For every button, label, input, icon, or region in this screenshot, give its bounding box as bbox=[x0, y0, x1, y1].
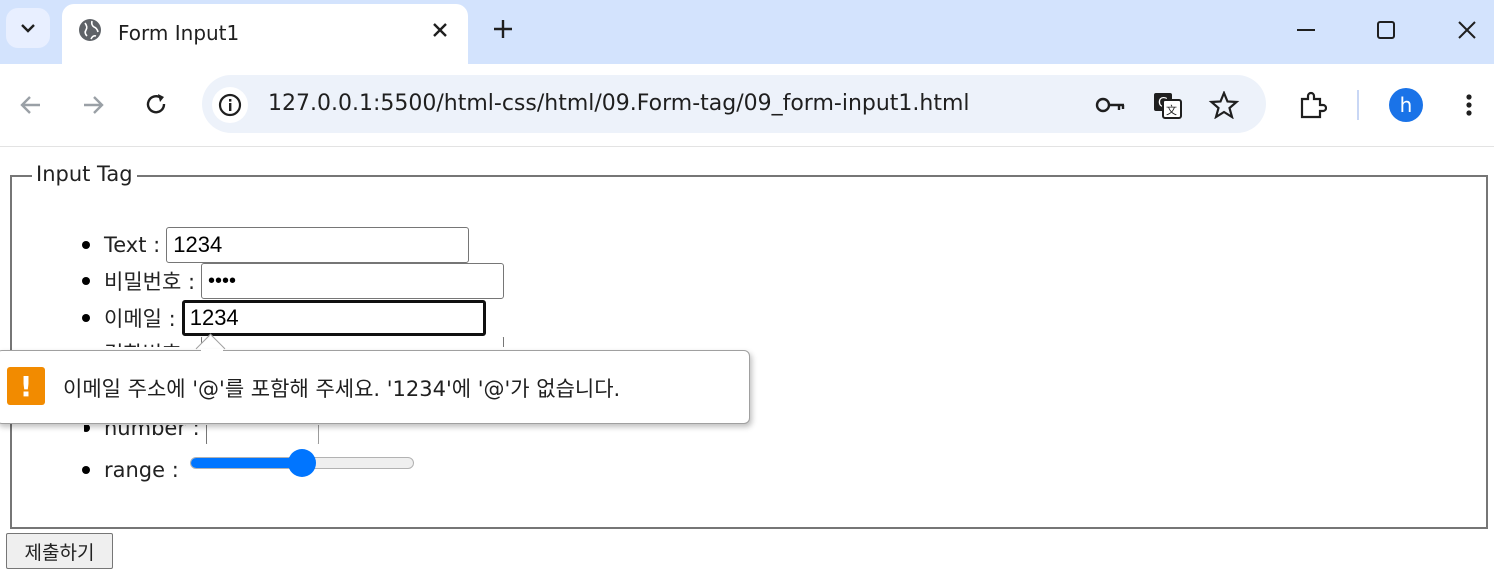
password-label: 비밀번호 : bbox=[104, 270, 196, 294]
fieldset-legend: Input Tag bbox=[32, 162, 137, 186]
range-label: range : bbox=[104, 458, 179, 482]
text-input[interactable]: 1234 bbox=[166, 227, 470, 263]
list-item-password: 비밀번호 : •••• bbox=[82, 263, 505, 299]
range-fill bbox=[191, 458, 302, 468]
forward-arrow-icon[interactable] bbox=[78, 90, 108, 120]
toolbar-divider bbox=[1357, 90, 1359, 120]
avatar-letter: h bbox=[1399, 93, 1413, 117]
text-label: Text : bbox=[104, 233, 161, 257]
active-tab[interactable]: Form Input1 bbox=[62, 4, 468, 64]
svg-text:文: 文 bbox=[1166, 103, 1177, 117]
url-text[interactable]: 127.0.0.1:5500/html-css/html/09.Form-tag… bbox=[268, 91, 970, 116]
list-item-range: range : bbox=[82, 454, 179, 486]
warning-icon: ! bbox=[7, 367, 45, 405]
tab-strip: Form Input1 bbox=[0, 0, 1494, 64]
validation-tooltip: ! 이메일 주소에 '@'를 포함해 주세요. '1234'에 '@'가 없습니… bbox=[0, 350, 750, 424]
range-thumb[interactable] bbox=[288, 449, 316, 477]
submit-button[interactable]: 제출하기 bbox=[6, 533, 113, 569]
browser-toolbar: 127.0.0.1:5500/html-css/html/09.Form-tag… bbox=[0, 64, 1494, 147]
list-item-text: Text : 1234 bbox=[82, 227, 470, 263]
address-bar[interactable]: 127.0.0.1:5500/html-css/html/09.Form-tag… bbox=[202, 75, 1266, 133]
validation-message: 이메일 주소에 '@'를 포함해 주세요. '1234'에 '@'가 없습니다. bbox=[63, 377, 621, 401]
key-icon[interactable] bbox=[1094, 91, 1126, 119]
plus-icon[interactable] bbox=[490, 16, 516, 42]
translate-icon[interactable]: G文 bbox=[1152, 91, 1184, 119]
tab-search-button[interactable] bbox=[6, 8, 50, 48]
close-icon[interactable] bbox=[428, 18, 452, 42]
maximize-icon[interactable] bbox=[1370, 14, 1402, 46]
email-input[interactable]: 1234 bbox=[181, 300, 486, 336]
chevron-down-icon bbox=[21, 24, 35, 33]
extensions-icon[interactable] bbox=[1297, 90, 1327, 120]
list-item-email: 이메일 : 1234 bbox=[82, 300, 486, 336]
bullet bbox=[82, 277, 90, 285]
profile-avatar[interactable]: h bbox=[1389, 88, 1423, 122]
kebab-menu-icon[interactable] bbox=[1454, 90, 1484, 120]
site-info-icon bbox=[218, 93, 242, 117]
tab-title: Form Input1 bbox=[118, 21, 240, 45]
window-close-icon[interactable] bbox=[1451, 14, 1483, 46]
tooltip-arrow-joint bbox=[201, 349, 223, 352]
site-info-button[interactable] bbox=[212, 87, 248, 123]
minimize-icon[interactable] bbox=[1290, 14, 1322, 46]
globe-icon bbox=[79, 19, 101, 41]
reload-icon[interactable] bbox=[141, 90, 171, 120]
password-input[interactable]: •••• bbox=[201, 263, 505, 299]
bullet bbox=[82, 241, 90, 249]
back-arrow-icon[interactable] bbox=[16, 90, 46, 120]
bullet bbox=[82, 466, 90, 474]
email-label: 이메일 : bbox=[104, 307, 176, 331]
bullet bbox=[82, 314, 90, 322]
star-icon[interactable] bbox=[1208, 91, 1240, 119]
